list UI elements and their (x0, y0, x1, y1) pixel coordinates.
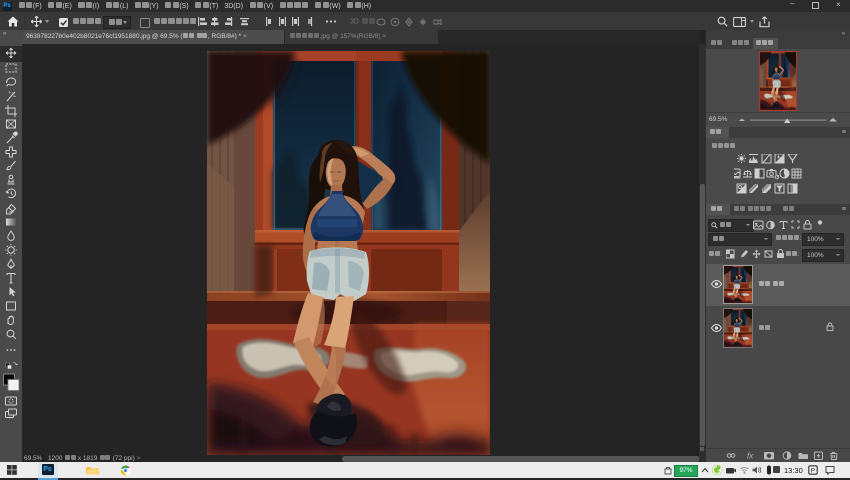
svg-text:P: P (811, 467, 815, 474)
svg-text:fx: fx (747, 452, 754, 461)
